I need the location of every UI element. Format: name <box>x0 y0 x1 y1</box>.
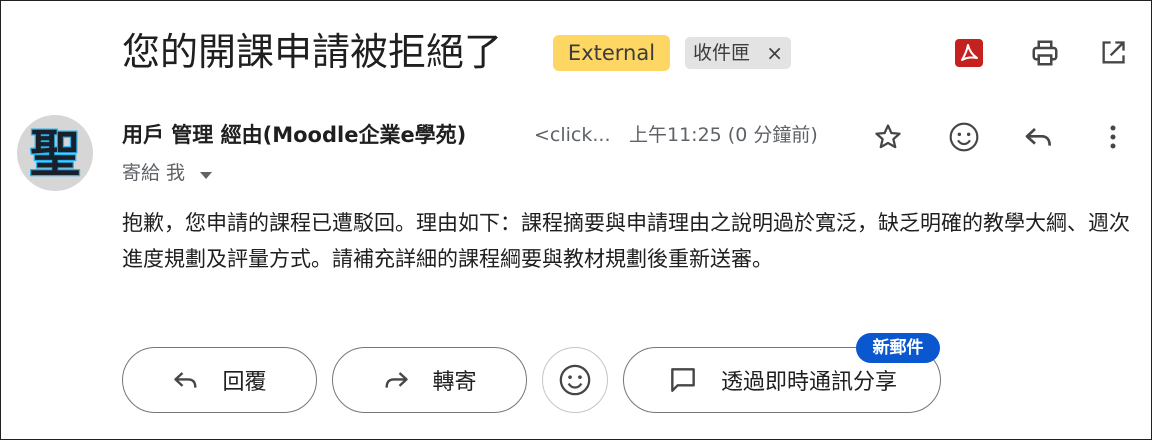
avatar-char: 聖 <box>30 125 80 183</box>
message-time: 上午11:25 (0 分鐘前) <box>629 124 818 146</box>
external-label: External <box>553 35 670 71</box>
sender-name: 用戶 管理 經由(Moodle企業e學苑) <box>122 123 467 147</box>
share-chat-label: 透過即時通訊分享 <box>720 370 897 395</box>
inbox-label-text: 收件匣 <box>693 42 751 64</box>
new-badge: 新郵件 <box>856 333 940 363</box>
reply-button[interactable]: 回覆 <box>122 347 317 413</box>
print-icon[interactable] <box>1027 35 1063 71</box>
star-icon[interactable] <box>868 117 908 157</box>
recipient-label: 寄給 我 <box>122 162 186 184</box>
email-body: 抱歉，您申請的課程已遭駁回。理由如下：課程摘要與申請理由之說明過於寬泛，缺乏明確… <box>122 211 1130 271</box>
open-in-new-icon[interactable] <box>1095 35 1131 71</box>
remove-label-icon[interactable]: × <box>766 37 783 69</box>
forward-button[interactable]: 轉寄 <box>332 347 527 413</box>
more-vert-icon[interactable] <box>1093 117 1133 157</box>
avatar[interactable]: 聖 <box>17 115 93 191</box>
emoji-icon[interactable] <box>944 117 984 157</box>
recipient-dropdown[interactable]: 寄給 我 <box>122 157 213 190</box>
pdf-icon[interactable] <box>951 35 987 71</box>
forward-icon <box>382 366 410 394</box>
chevron-down-icon <box>199 158 213 190</box>
inbox-label[interactable]: 收件匣 × <box>685 37 791 69</box>
email-subject: 您的開課申請被拒絕了 <box>122 30 503 74</box>
reply-label: 回覆 <box>222 370 267 395</box>
emoji-reaction-button[interactable] <box>542 347 608 413</box>
reply-icon[interactable] <box>1019 117 1059 157</box>
emoji-icon <box>559 364 591 396</box>
sender-email: <click... <box>534 124 611 146</box>
chat-icon <box>667 364 699 396</box>
forward-label: 轉寄 <box>432 370 477 395</box>
reply-icon <box>172 366 200 394</box>
